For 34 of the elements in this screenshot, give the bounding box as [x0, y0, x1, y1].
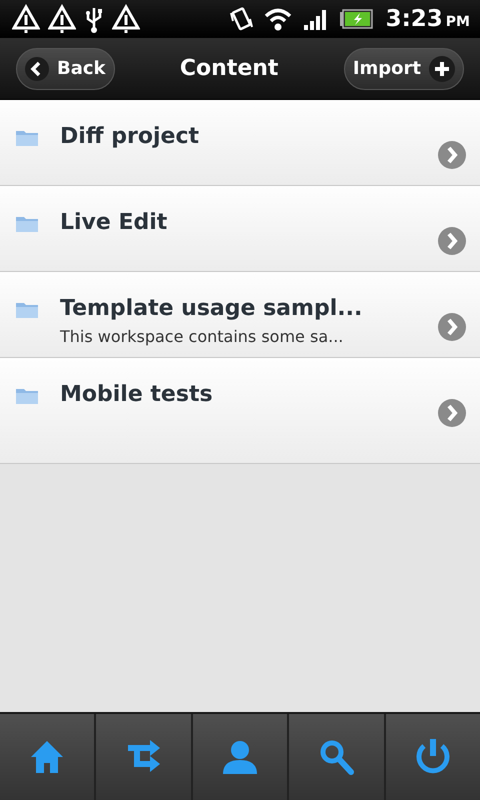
list-item[interactable]: Template usage sampl... This workspace contains some sa... — [0, 272, 480, 358]
list-item[interactable]: Diff project — [0, 100, 480, 186]
import-button[interactable]: Import — [344, 48, 464, 90]
chevron-right-icon — [438, 313, 466, 341]
screen-title: Content — [180, 56, 278, 81]
warning-icon — [112, 4, 140, 34]
home-tab[interactable] — [0, 714, 94, 800]
folder-icon — [16, 388, 38, 404]
back-button[interactable]: Back — [16, 48, 115, 90]
folder-icon — [16, 216, 38, 232]
clock-period: PM — [446, 14, 470, 30]
power-tab[interactable] — [386, 714, 480, 800]
list-item[interactable]: Live Edit — [0, 186, 480, 272]
chevron-right-icon — [438, 141, 466, 169]
item-subtitle: This workspace contains some sa... — [60, 327, 344, 346]
warning-icon — [48, 4, 76, 34]
chevron-right-icon — [438, 399, 466, 427]
folder-icon — [16, 130, 38, 146]
battery-icon — [338, 9, 373, 29]
search-tab[interactable] — [289, 714, 384, 800]
list-item[interactable]: Mobile tests — [0, 358, 480, 464]
folder-icon — [16, 302, 38, 318]
vibrate-icon — [228, 5, 254, 33]
item-title: Mobile tests — [60, 382, 214, 407]
wifi-icon — [262, 6, 293, 32]
person-tab[interactable] — [192, 714, 288, 800]
item-title: Diff project — [60, 124, 200, 149]
plus-icon — [429, 56, 455, 82]
chevron-right-icon — [438, 227, 466, 255]
item-title: Template usage sampl... — [60, 296, 364, 321]
item-title: Live Edit — [60, 210, 168, 235]
arrows-tab[interactable] — [96, 714, 191, 800]
clock-time: 3:23 — [386, 6, 443, 32]
warning-icon — [12, 4, 40, 34]
